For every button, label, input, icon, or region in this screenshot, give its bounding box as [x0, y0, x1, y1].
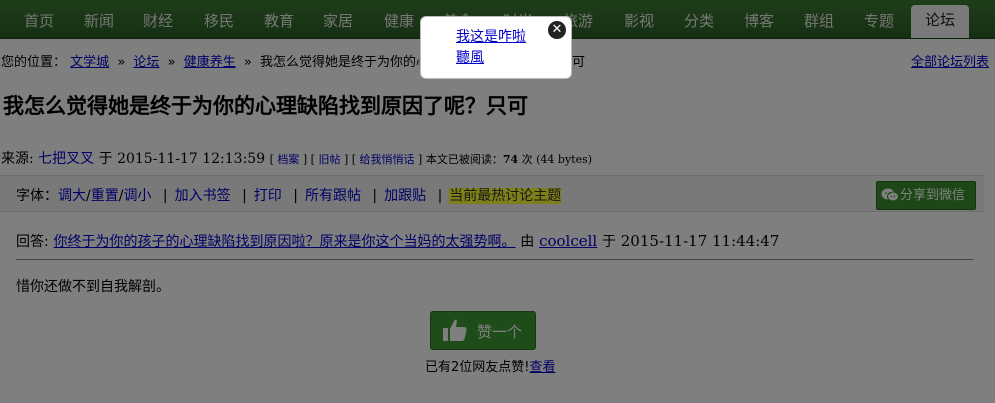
popup-dialog: 我这是咋啦 聽風 ✕ [420, 16, 572, 79]
close-icon[interactable]: ✕ [548, 21, 566, 39]
popup-link[interactable]: 我这是咋啦 聽風 [456, 27, 538, 69]
